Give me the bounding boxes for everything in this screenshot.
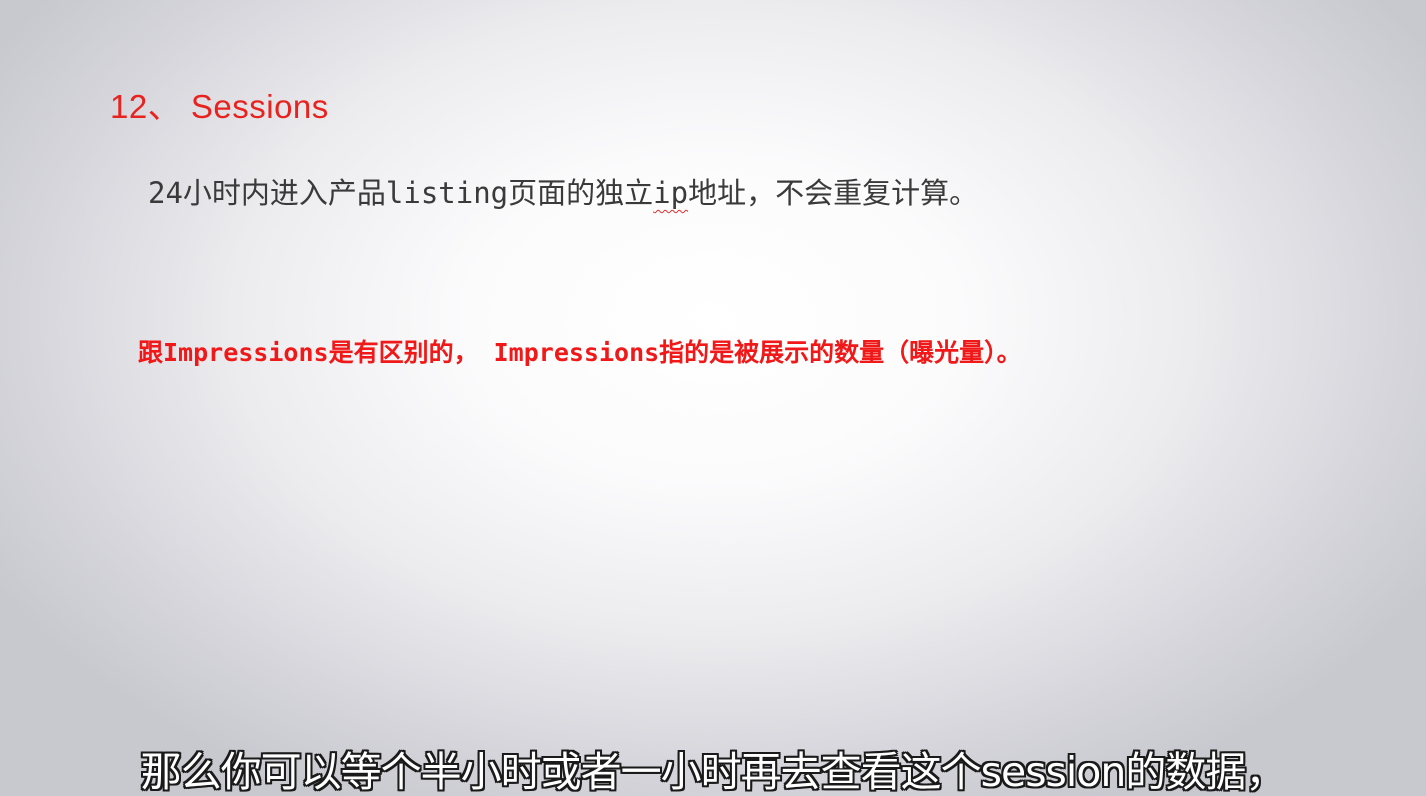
slide: 12、 Sessions 24小时内进入产品listing页面的独立ip地址，不… bbox=[0, 0, 1426, 796]
definition-text: 24小时内进入产品listing页面的独立ip地址，不会重复计算。 bbox=[148, 170, 978, 212]
video-subtitle: 那么你可以等个半小时或者一小时再去查看这个session的数据， bbox=[140, 748, 1287, 796]
spellcheck-marked-word: ip bbox=[653, 176, 689, 210]
definition-part-after: 地址，不会重复计算。 bbox=[688, 176, 979, 210]
definition-part-before: 24小时内进入产品listing页面的独立 bbox=[148, 176, 654, 210]
impressions-note: 跟Impressions是有区别的， Impressions指的是被展示的数量（… bbox=[138, 338, 1022, 367]
slide-title: 12、 Sessions bbox=[110, 88, 329, 125]
